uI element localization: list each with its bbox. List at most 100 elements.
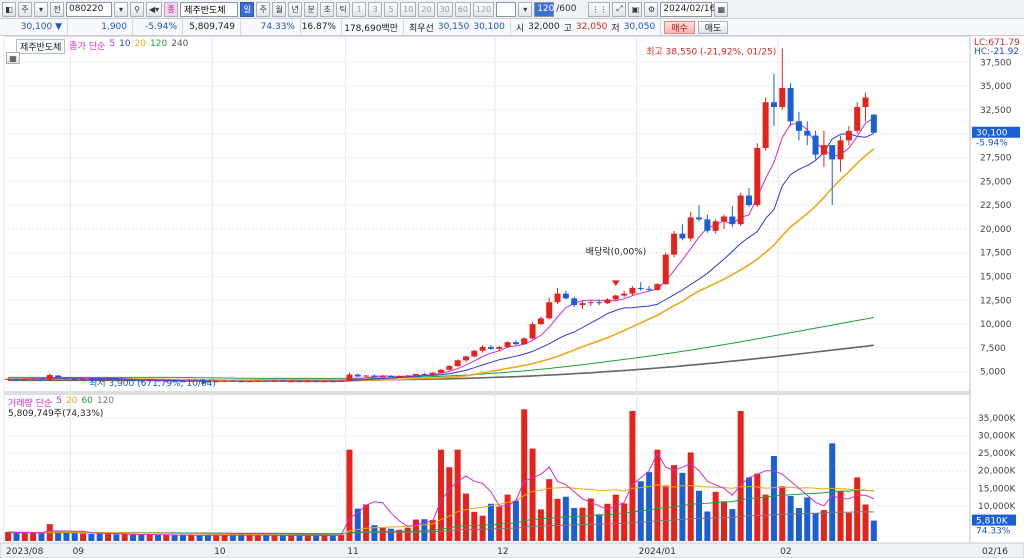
custom-interval-input[interactable] bbox=[496, 1, 517, 17]
compare-icon[interactable]: ⤢ bbox=[612, 1, 627, 17]
interval-30-button[interactable]: 30 bbox=[436, 1, 453, 17]
candle-body bbox=[754, 147, 761, 206]
volume-bar bbox=[196, 535, 203, 541]
period-month-button[interactable]: 월 bbox=[272, 1, 287, 17]
candle-body bbox=[454, 360, 461, 367]
dividend-annotation: 배당락(0,00%) bbox=[586, 246, 646, 258]
candle-body bbox=[71, 378, 78, 380]
candle-body bbox=[762, 102, 769, 148]
last-volume-label: 5,810K bbox=[976, 517, 1009, 527]
chart-area[interactable]: 5,000 7,500 10,000 12,500 15,000 17,500 20,000… bbox=[0, 35, 1024, 558]
grid-toggle-icon[interactable]: ▦ bbox=[6, 52, 20, 64]
interval-10-button[interactable]: 10 bbox=[400, 1, 417, 17]
price-tick-label: 20,000 bbox=[980, 225, 1012, 235]
save-icon[interactable]: ▣ bbox=[628, 1, 643, 17]
candle-body bbox=[579, 303, 586, 306]
volume-bar bbox=[529, 448, 536, 541]
volume-bar bbox=[263, 535, 270, 541]
buy-button[interactable]: 매수 bbox=[664, 20, 695, 34]
volume-bar bbox=[229, 535, 236, 541]
candle-body bbox=[712, 221, 719, 231]
volume-bar bbox=[762, 494, 769, 541]
volume-bar bbox=[438, 449, 444, 541]
candle-body bbox=[396, 376, 403, 378]
volume-bar bbox=[737, 411, 744, 541]
volume-bar bbox=[80, 533, 87, 541]
favorite-icon[interactable]: 종 bbox=[164, 1, 179, 17]
candle-body bbox=[679, 233, 686, 239]
code-dropdown-chevron-icon[interactable]: ▾ bbox=[114, 1, 128, 17]
sell-button[interactable]: 매도 bbox=[697, 20, 729, 34]
candle-body bbox=[779, 87, 786, 108]
volume-bar bbox=[845, 512, 852, 541]
volume-bar bbox=[363, 504, 370, 541]
period-second-button[interactable]: 초 bbox=[320, 1, 335, 17]
jeon-button[interactable]: 전 bbox=[50, 1, 64, 17]
volume-bar bbox=[304, 535, 311, 541]
low-price: 30,050 bbox=[623, 22, 656, 32]
volume-bar bbox=[271, 535, 278, 541]
layout-icon[interactable]: ◧ bbox=[2, 1, 16, 17]
volume-bar bbox=[537, 509, 544, 541]
period-type-button[interactable]: 주 bbox=[18, 1, 32, 17]
settings-icon[interactable]: ⚙ bbox=[644, 1, 659, 17]
candle-body bbox=[221, 380, 228, 382]
candle-body bbox=[229, 380, 236, 382]
candle-body bbox=[246, 381, 253, 383]
volume-bar bbox=[105, 533, 112, 541]
candle-body bbox=[271, 380, 278, 382]
interval-5-button[interactable]: 5 bbox=[384, 1, 399, 17]
interval-3-button[interactable]: 3 bbox=[368, 1, 383, 17]
x-tick-label: 2023/08 bbox=[6, 547, 44, 557]
volume-bar bbox=[346, 449, 353, 541]
price-tick-label: 12,500 bbox=[980, 296, 1012, 306]
volume-bar bbox=[870, 520, 877, 541]
candle-body bbox=[304, 381, 311, 383]
chart-type-icon[interactable]: ⋮⋮ bbox=[588, 1, 611, 17]
candle-body bbox=[13, 378, 20, 380]
sound-icon[interactable]: ◀▾ bbox=[146, 1, 163, 17]
volume-bar bbox=[171, 535, 178, 541]
volume-bar bbox=[804, 497, 811, 541]
display-count-input[interactable]: 120 bbox=[534, 1, 554, 17]
candle-body bbox=[321, 381, 328, 383]
period-tick-button[interactable]: 틱 bbox=[336, 1, 351, 17]
volume-tick-label: 15,000K bbox=[978, 484, 1016, 494]
period-week-button[interactable]: 주 bbox=[256, 1, 271, 17]
low-annotation: 최저 3,900 (671,79%, 10/04) bbox=[89, 378, 216, 389]
interval-1-button[interactable]: 1 bbox=[352, 1, 367, 17]
volume-bar bbox=[862, 504, 869, 541]
volume-bar bbox=[388, 528, 395, 541]
candle-body bbox=[346, 374, 353, 381]
period-year-button[interactable]: 년 bbox=[288, 1, 303, 17]
best-bid: 30,100 bbox=[473, 22, 505, 32]
interval-20-button[interactable]: 20 bbox=[418, 1, 435, 17]
interval-120-button[interactable]: 120 bbox=[472, 1, 495, 17]
interval-dropdown-chevron-icon[interactable]: ▾ bbox=[518, 1, 533, 17]
chevron-down-icon[interactable]: ▾ bbox=[34, 1, 48, 17]
candle-body bbox=[537, 318, 544, 325]
open-price: 32,000 bbox=[528, 22, 560, 32]
volume-bar bbox=[213, 535, 220, 541]
volume-bar bbox=[354, 508, 361, 541]
volume-bar bbox=[121, 534, 128, 541]
best-ask: 30,150 bbox=[437, 22, 470, 32]
stock-code-input[interactable]: 080220 bbox=[66, 1, 112, 17]
period-day-button[interactable]: 일 bbox=[240, 1, 255, 17]
volume-bar bbox=[770, 455, 777, 541]
calendar-icon[interactable]: ▦ bbox=[714, 1, 729, 17]
period-minute-button[interactable]: 분 bbox=[304, 1, 319, 17]
candle-body bbox=[729, 216, 736, 225]
chart-svg[interactable]: 5,000 7,500 10,000 12,500 15,000 17,500 20,000… bbox=[0, 35, 1024, 558]
volume-bar bbox=[621, 503, 628, 541]
interval-60-button[interactable]: 60 bbox=[454, 1, 471, 17]
candle-body bbox=[63, 377, 70, 379]
candle-body bbox=[471, 350, 478, 357]
volume-bar bbox=[795, 507, 802, 541]
candle-body bbox=[721, 216, 728, 222]
trade-amount: 178,690백만 bbox=[344, 23, 398, 34]
search-icon[interactable]: ⚲ bbox=[130, 1, 144, 17]
date-input[interactable]: 2024/02/16 bbox=[660, 1, 715, 17]
volume-bar bbox=[254, 535, 261, 541]
candle-body bbox=[446, 366, 453, 370]
